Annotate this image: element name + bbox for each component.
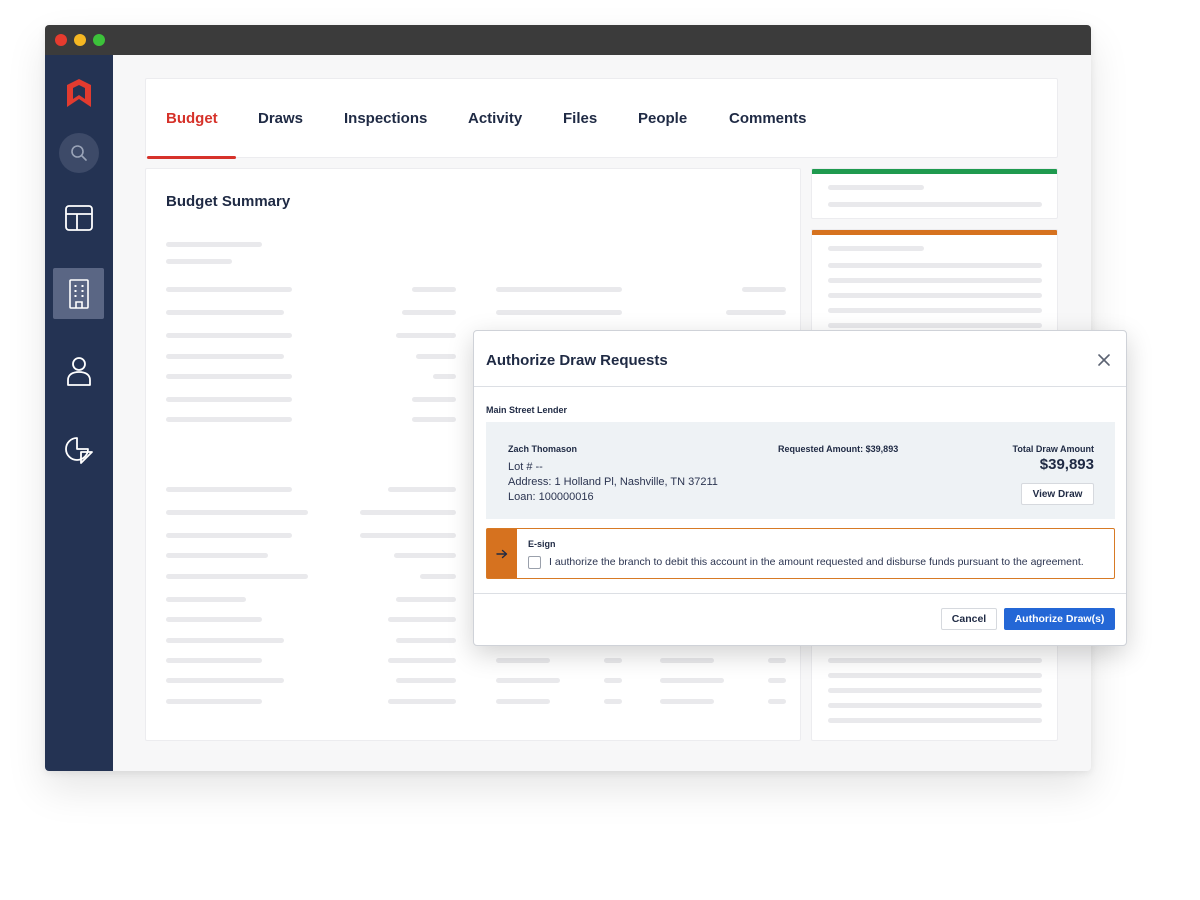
panel-title: Budget Summary [166, 193, 291, 210]
search-icon [71, 145, 87, 161]
borrower-name: Zach Thomason [508, 444, 578, 454]
authorization-text: I authorize the branch to debit this acc… [549, 556, 1084, 568]
requested-amount: Requested Amount: $39,893 [778, 444, 899, 454]
lender-name: Main Street Lender [486, 405, 568, 415]
cancel-button[interactable]: Cancel [941, 608, 997, 630]
esign-label: E-sign [528, 539, 556, 549]
building-icon [68, 278, 89, 309]
lot-number: Lot # -- [508, 461, 543, 473]
modal-title: Authorize Draw Requests [486, 352, 668, 369]
window-close-button[interactable] [55, 34, 67, 46]
active-tab-indicator [147, 156, 236, 159]
draw-request-info: Zach Thomason Lot # -- Address: 1 Hollan… [486, 422, 1115, 519]
close-icon [1098, 354, 1110, 366]
property-address: Address: 1 Holland Pl, Nashville, TN 372… [508, 476, 718, 488]
status-bar-orange [812, 230, 1057, 235]
total-draw-amount: $39,893 [1039, 456, 1094, 473]
sidebar-item-reports[interactable] [59, 429, 99, 469]
authorize-draw-modal: Authorize Draw Requests Main Street Lend… [473, 330, 1127, 646]
tab-budget[interactable]: Budget [166, 110, 218, 127]
authorize-draws-button[interactable]: Authorize Draw(s) [1004, 608, 1115, 630]
view-draw-button[interactable]: View Draw [1021, 483, 1094, 505]
total-draw-label: Total Draw Amount [1012, 444, 1095, 454]
user-icon [67, 357, 91, 386]
tab-bar: Budget Draws Inspections Activity Files … [145, 78, 1058, 159]
loan-number: Loan: 100000016 [508, 491, 594, 503]
modal-close-button[interactable] [1095, 351, 1113, 369]
tab-files[interactable]: Files [563, 110, 597, 127]
status-card-green [811, 168, 1058, 219]
tab-people[interactable]: People [638, 110, 687, 127]
sidebar-item-users[interactable] [59, 351, 99, 391]
window-maximize-button[interactable] [93, 34, 105, 46]
tab-activity[interactable]: Activity [468, 110, 522, 127]
sidebar-item-layout[interactable] [59, 198, 99, 238]
window-minimize-button[interactable] [74, 34, 86, 46]
sidebar [45, 55, 113, 771]
arrow-right-icon [487, 529, 517, 578]
sidebar-search-button[interactable] [59, 133, 99, 173]
modal-divider [474, 386, 1126, 387]
tab-comments[interactable]: Comments [729, 110, 807, 127]
esign-section: E-sign I authorize the branch to debit t… [486, 528, 1115, 579]
pie-chart-icon [65, 437, 93, 464]
sidebar-item-properties[interactable] [53, 268, 104, 319]
status-bar-green [812, 169, 1057, 174]
authorize-checkbox[interactable] [528, 556, 541, 569]
tab-inspections[interactable]: Inspections [344, 110, 427, 127]
logo-icon[interactable] [59, 73, 99, 113]
modal-footer-divider [474, 593, 1126, 594]
window-titlebar [45, 25, 1091, 55]
layout-icon [65, 205, 93, 231]
tab-draws[interactable]: Draws [258, 110, 303, 127]
